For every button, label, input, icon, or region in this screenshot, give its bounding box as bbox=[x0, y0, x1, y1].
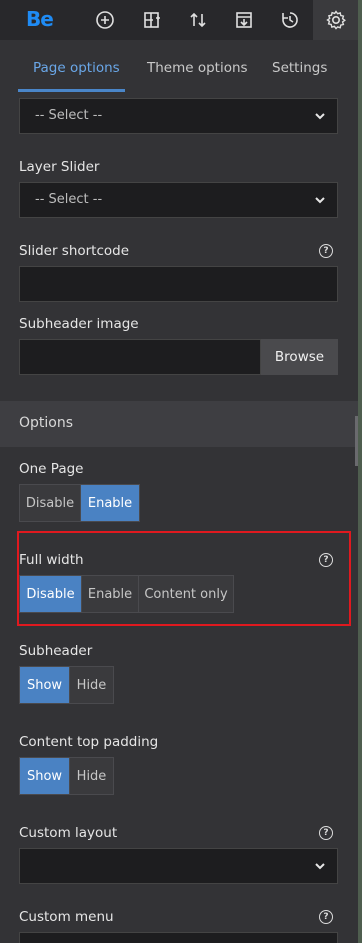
custom-layout-label: Custom layout bbox=[19, 825, 118, 841]
top-toolbar: Be bbox=[0, 0, 362, 40]
layer-slider-select[interactable]: -- Select -- bbox=[19, 182, 338, 218]
browse-button[interactable]: Browse bbox=[261, 339, 338, 375]
chevron-down-icon bbox=[315, 863, 325, 870]
tab-theme-options[interactable]: Theme options bbox=[147, 60, 248, 76]
content-top-padding-toggle: Show Hide bbox=[19, 757, 114, 795]
scrollbar-thumb[interactable] bbox=[355, 416, 358, 466]
layer-slider-label: Layer Slider bbox=[19, 159, 100, 175]
help-icon[interactable]: ? bbox=[319, 826, 333, 840]
tab-settings[interactable]: Settings bbox=[272, 60, 327, 76]
subheader-image-input[interactable] bbox=[19, 339, 261, 375]
add-icon[interactable] bbox=[91, 6, 119, 34]
first-select-value: -- Select -- bbox=[35, 108, 103, 123]
slider-shortcode-label: Slider shortcode bbox=[19, 243, 130, 259]
highlight-box bbox=[17, 531, 351, 626]
layout-add-icon[interactable] bbox=[138, 6, 166, 34]
custom-layout-select[interactable] bbox=[19, 848, 338, 884]
tab-bar: Page options Theme options Settings bbox=[0, 40, 358, 92]
one-page-enable-button[interactable]: Enable bbox=[81, 485, 139, 521]
custom-menu-select[interactable] bbox=[19, 932, 338, 943]
content-top-padding-label: Content top padding bbox=[19, 734, 159, 750]
first-select[interactable]: -- Select -- bbox=[19, 98, 338, 134]
options-section-header: Options bbox=[0, 401, 358, 447]
tab-page-options[interactable]: Page options bbox=[33, 60, 120, 76]
subheader-image-label: Subheader image bbox=[19, 316, 139, 332]
subheader-label: Subheader bbox=[19, 643, 93, 659]
chevron-down-icon bbox=[315, 197, 325, 204]
export-icon[interactable] bbox=[230, 6, 258, 34]
one-page-label: One Page bbox=[19, 461, 84, 477]
custom-menu-label: Custom menu bbox=[19, 909, 114, 925]
sort-icon[interactable] bbox=[184, 6, 212, 34]
options-section-title: Options bbox=[19, 415, 74, 431]
settings-icon[interactable] bbox=[322, 6, 350, 34]
chevron-down-icon bbox=[315, 113, 325, 120]
subheader-show-button[interactable]: Show bbox=[20, 667, 70, 703]
right-edge-strip bbox=[358, 0, 362, 943]
one-page-disable-button[interactable]: Disable bbox=[20, 485, 81, 521]
content-top-padding-show-button[interactable]: Show bbox=[20, 758, 70, 794]
one-page-toggle: Disable Enable bbox=[19, 484, 140, 522]
subheader-toggle: Show Hide bbox=[19, 666, 114, 704]
help-icon[interactable]: ? bbox=[319, 244, 333, 258]
layer-slider-value: -- Select -- bbox=[35, 192, 103, 207]
slider-shortcode-input[interactable] bbox=[19, 266, 338, 302]
help-icon[interactable]: ? bbox=[319, 910, 333, 924]
be-logo: Be bbox=[26, 7, 54, 31]
subheader-hide-button[interactable]: Hide bbox=[70, 667, 113, 703]
history-icon[interactable] bbox=[276, 6, 304, 34]
content-top-padding-hide-button[interactable]: Hide bbox=[70, 758, 113, 794]
active-tab-indicator bbox=[18, 89, 125, 92]
